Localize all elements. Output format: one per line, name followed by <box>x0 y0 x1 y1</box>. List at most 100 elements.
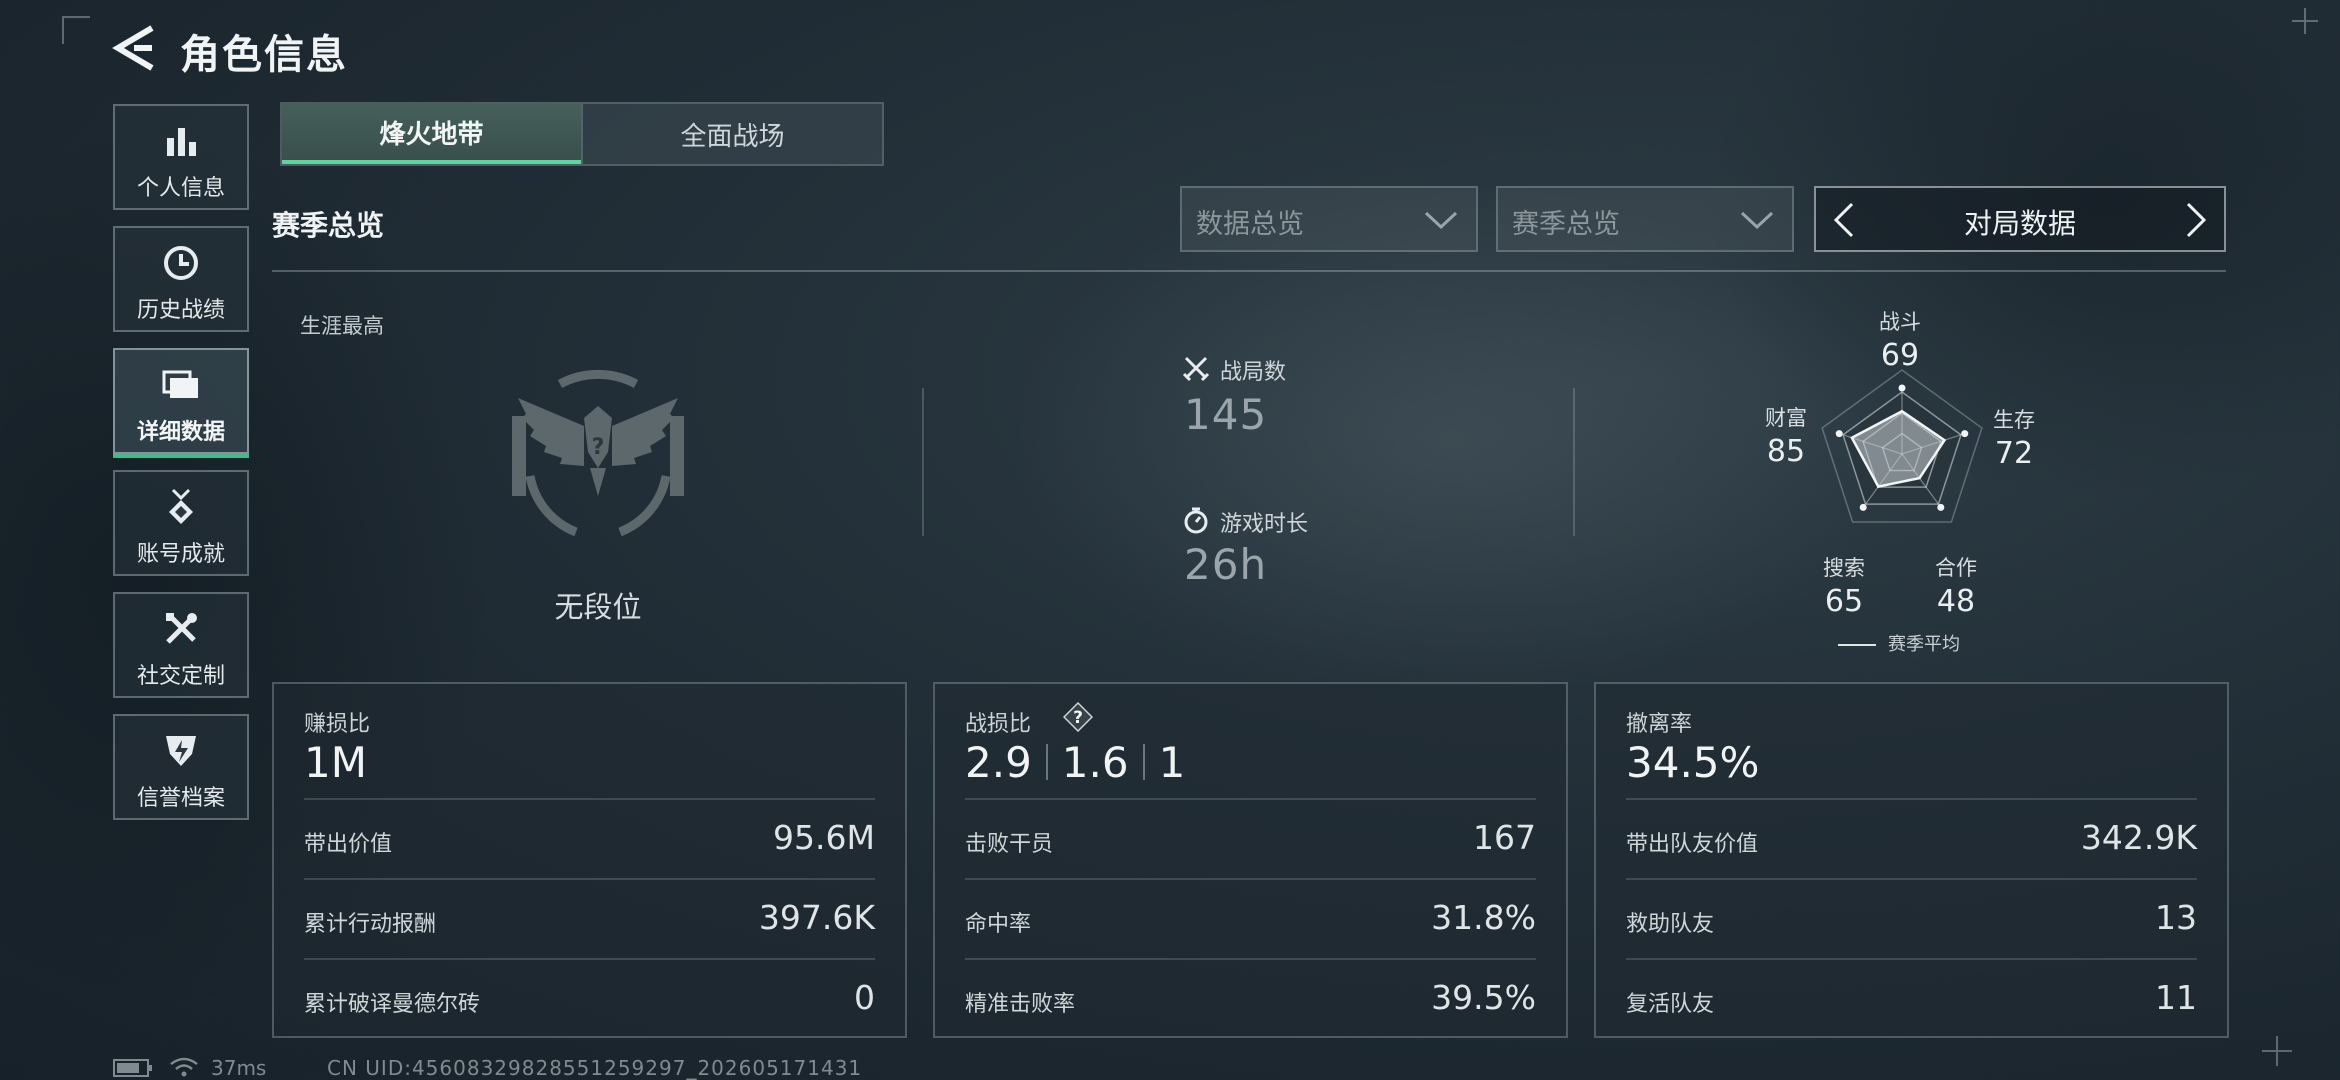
clock-icon <box>115 242 247 284</box>
radar-vertex-dot <box>1937 503 1945 511</box>
data-overview-dropdown[interactable]: 数据总览 <box>1180 186 1478 252</box>
row-key: 精准击败率 <box>965 992 1076 1017</box>
row-key: 救助队友 <box>1626 912 1715 937</box>
radar-value-teamwork: 48 <box>1936 584 1976 619</box>
sidebar-item-achievements[interactable]: 账号成就 <box>113 470 249 576</box>
row-key: 带出价值 <box>304 832 393 857</box>
list-item: 命中率 31.8% <box>965 878 1536 960</box>
row-value: 167 <box>1473 818 1536 857</box>
tools-icon <box>115 608 247 650</box>
tab-full-battlefield[interactable]: 全面战场 <box>581 104 882 164</box>
radar-label-search: 搜索 <box>1823 556 1865 580</box>
card-extraction-rate: 撤离率 34.5% 带出队友价值 342.9K 救助队友 13 复活队友 11 <box>1594 682 2229 1038</box>
list-item: 累计行动报酬 397.6K <box>304 878 875 960</box>
section-divider <box>272 270 2226 272</box>
wifi-icon <box>170 1057 198 1077</box>
radar-vertex-dot <box>1961 430 1969 438</box>
battery-icon <box>113 1059 152 1077</box>
row-value: 0 <box>854 978 875 1017</box>
shield-bolt-icon <box>115 730 247 772</box>
svg-text:?: ? <box>1073 708 1083 728</box>
card-kd-ratio: 战损比 ? 2.9 1.6 1 击败干员 167 命中率 31.8% 精准击败率 3… <box>933 682 1568 1038</box>
crossed-swords-icon <box>1182 356 1210 382</box>
ping-value: 37ms <box>211 1056 267 1080</box>
ratio-value-1: 2.9 <box>965 738 1032 787</box>
row-key: 复活队友 <box>1626 992 1715 1017</box>
radar-vertex-dot <box>1859 503 1867 511</box>
sidebar-item-detailed-data[interactable]: 详细数据 <box>113 348 249 458</box>
ratio-value-3: 1 <box>1158 738 1186 787</box>
card-main-value: 34.5% <box>1626 738 1760 787</box>
row-value: 11 <box>2155 978 2197 1017</box>
card-label: 撤离率 <box>1626 712 1693 737</box>
sidebar-item-social-custom[interactable]: 社交定制 <box>113 592 249 698</box>
radar-label-teamwork: 合作 <box>1935 556 1977 580</box>
radar-value-survival: 72 <box>1994 436 2034 471</box>
matches-value: 145 <box>1184 390 1268 439</box>
card-main-value: 1M <box>304 738 367 787</box>
card-main-value: 2.9 1.6 1 <box>965 738 1185 787</box>
chevron-down-icon <box>1424 211 1458 230</box>
row-value: 342.9K <box>2080 818 2197 857</box>
legend-line-icon <box>1838 644 1876 646</box>
row-value: 397.6K <box>758 898 875 937</box>
list-item: 救助队友 13 <box>1626 878 2197 960</box>
radar-label-survival: 生存 <box>1993 408 2035 432</box>
ratio-divider <box>1142 743 1145 780</box>
sidebar-item-personal-info[interactable]: 个人信息 <box>113 104 249 210</box>
rank-emblem-icon: ? <box>512 369 684 537</box>
overview-divider <box>922 388 924 536</box>
matches-label: 战局数 <box>1220 360 1287 385</box>
page-title: 角色信息 <box>180 32 348 78</box>
list-item: 击败干员 167 <box>965 798 1536 880</box>
chevron-right-icon[interactable] <box>2178 202 2212 238</box>
row-value: 31.8% <box>1431 898 1536 937</box>
help-icon[interactable]: ? <box>1063 702 1093 732</box>
sidebar-item-label: 社交定制 <box>136 664 225 689</box>
corner-bracket-top-right <box>2292 8 2318 34</box>
ratio-divider <box>1045 743 1048 780</box>
list-item: 带出价值 95.6M <box>304 798 875 880</box>
row-value: 39.5% <box>1431 978 1536 1017</box>
ratio-value-2: 1.6 <box>1061 738 1129 787</box>
corner-bracket-bottom-right <box>2262 1036 2292 1066</box>
sidebar-item-label: 个人信息 <box>136 176 225 201</box>
svg-text:?: ? <box>592 435 605 460</box>
pager-label: 对局数据 <box>1963 207 2076 240</box>
row-value: 95.6M <box>773 818 875 857</box>
uid-text: CN UID:4560832982855125929​7_20260517143… <box>327 1056 863 1080</box>
radar-vertex-dot <box>1898 384 1906 392</box>
season-dropdown[interactable]: 赛季总览 <box>1496 186 1794 252</box>
chevron-down-icon <box>1740 211 1774 230</box>
sidebar-item-label: 详细数据 <box>136 420 225 445</box>
tab-hazard-zone[interactable]: 烽火地带 <box>282 104 581 164</box>
bar-chart-icon <box>115 120 247 162</box>
sidebar-item-label: 账号成就 <box>136 542 225 567</box>
corner-bracket-top-left <box>62 16 90 44</box>
radar-label-wealth: 财富 <box>1765 406 1807 430</box>
row-key: 带出队友价值 <box>1626 832 1759 857</box>
radar-value-search: 65 <box>1824 584 1864 619</box>
sidebar-item-history[interactable]: 历史战绩 <box>113 226 249 332</box>
sidebar-item-credit-record[interactable]: 信誉档案 <box>113 714 249 820</box>
radar-value-wealth: 85 <box>1766 434 1806 469</box>
medal-icon <box>115 486 247 528</box>
radar-legend: 赛季平均 <box>1838 630 1960 656</box>
playtime-label: 游戏时长 <box>1220 512 1309 537</box>
back-button[interactable] <box>112 24 156 72</box>
match-data-pager: 对局数据 <box>1814 186 2226 252</box>
list-item: 带出队友价值 342.9K <box>1626 798 2197 880</box>
list-item: 累计破译曼德尔砖 0 <box>304 958 875 1040</box>
rank-label: 无段位 <box>554 590 642 624</box>
legend-label: 赛季平均 <box>1888 634 1960 655</box>
radar-value-combat: 69 <box>1880 338 1920 373</box>
row-key: 累计行动报酬 <box>304 912 437 937</box>
dropdown-value: 赛季总览 <box>1512 209 1620 240</box>
sidebar-item-label: 历史战绩 <box>136 298 225 323</box>
row-key: 命中率 <box>965 912 1032 937</box>
folder-icon <box>115 364 247 406</box>
row-key: 累计破译曼德尔砖 <box>304 992 481 1017</box>
radar-vertex-dot <box>1835 430 1843 438</box>
mode-tabs: 烽火地带 全面战场 <box>280 102 884 166</box>
card-label: 战损比 <box>965 712 1032 737</box>
